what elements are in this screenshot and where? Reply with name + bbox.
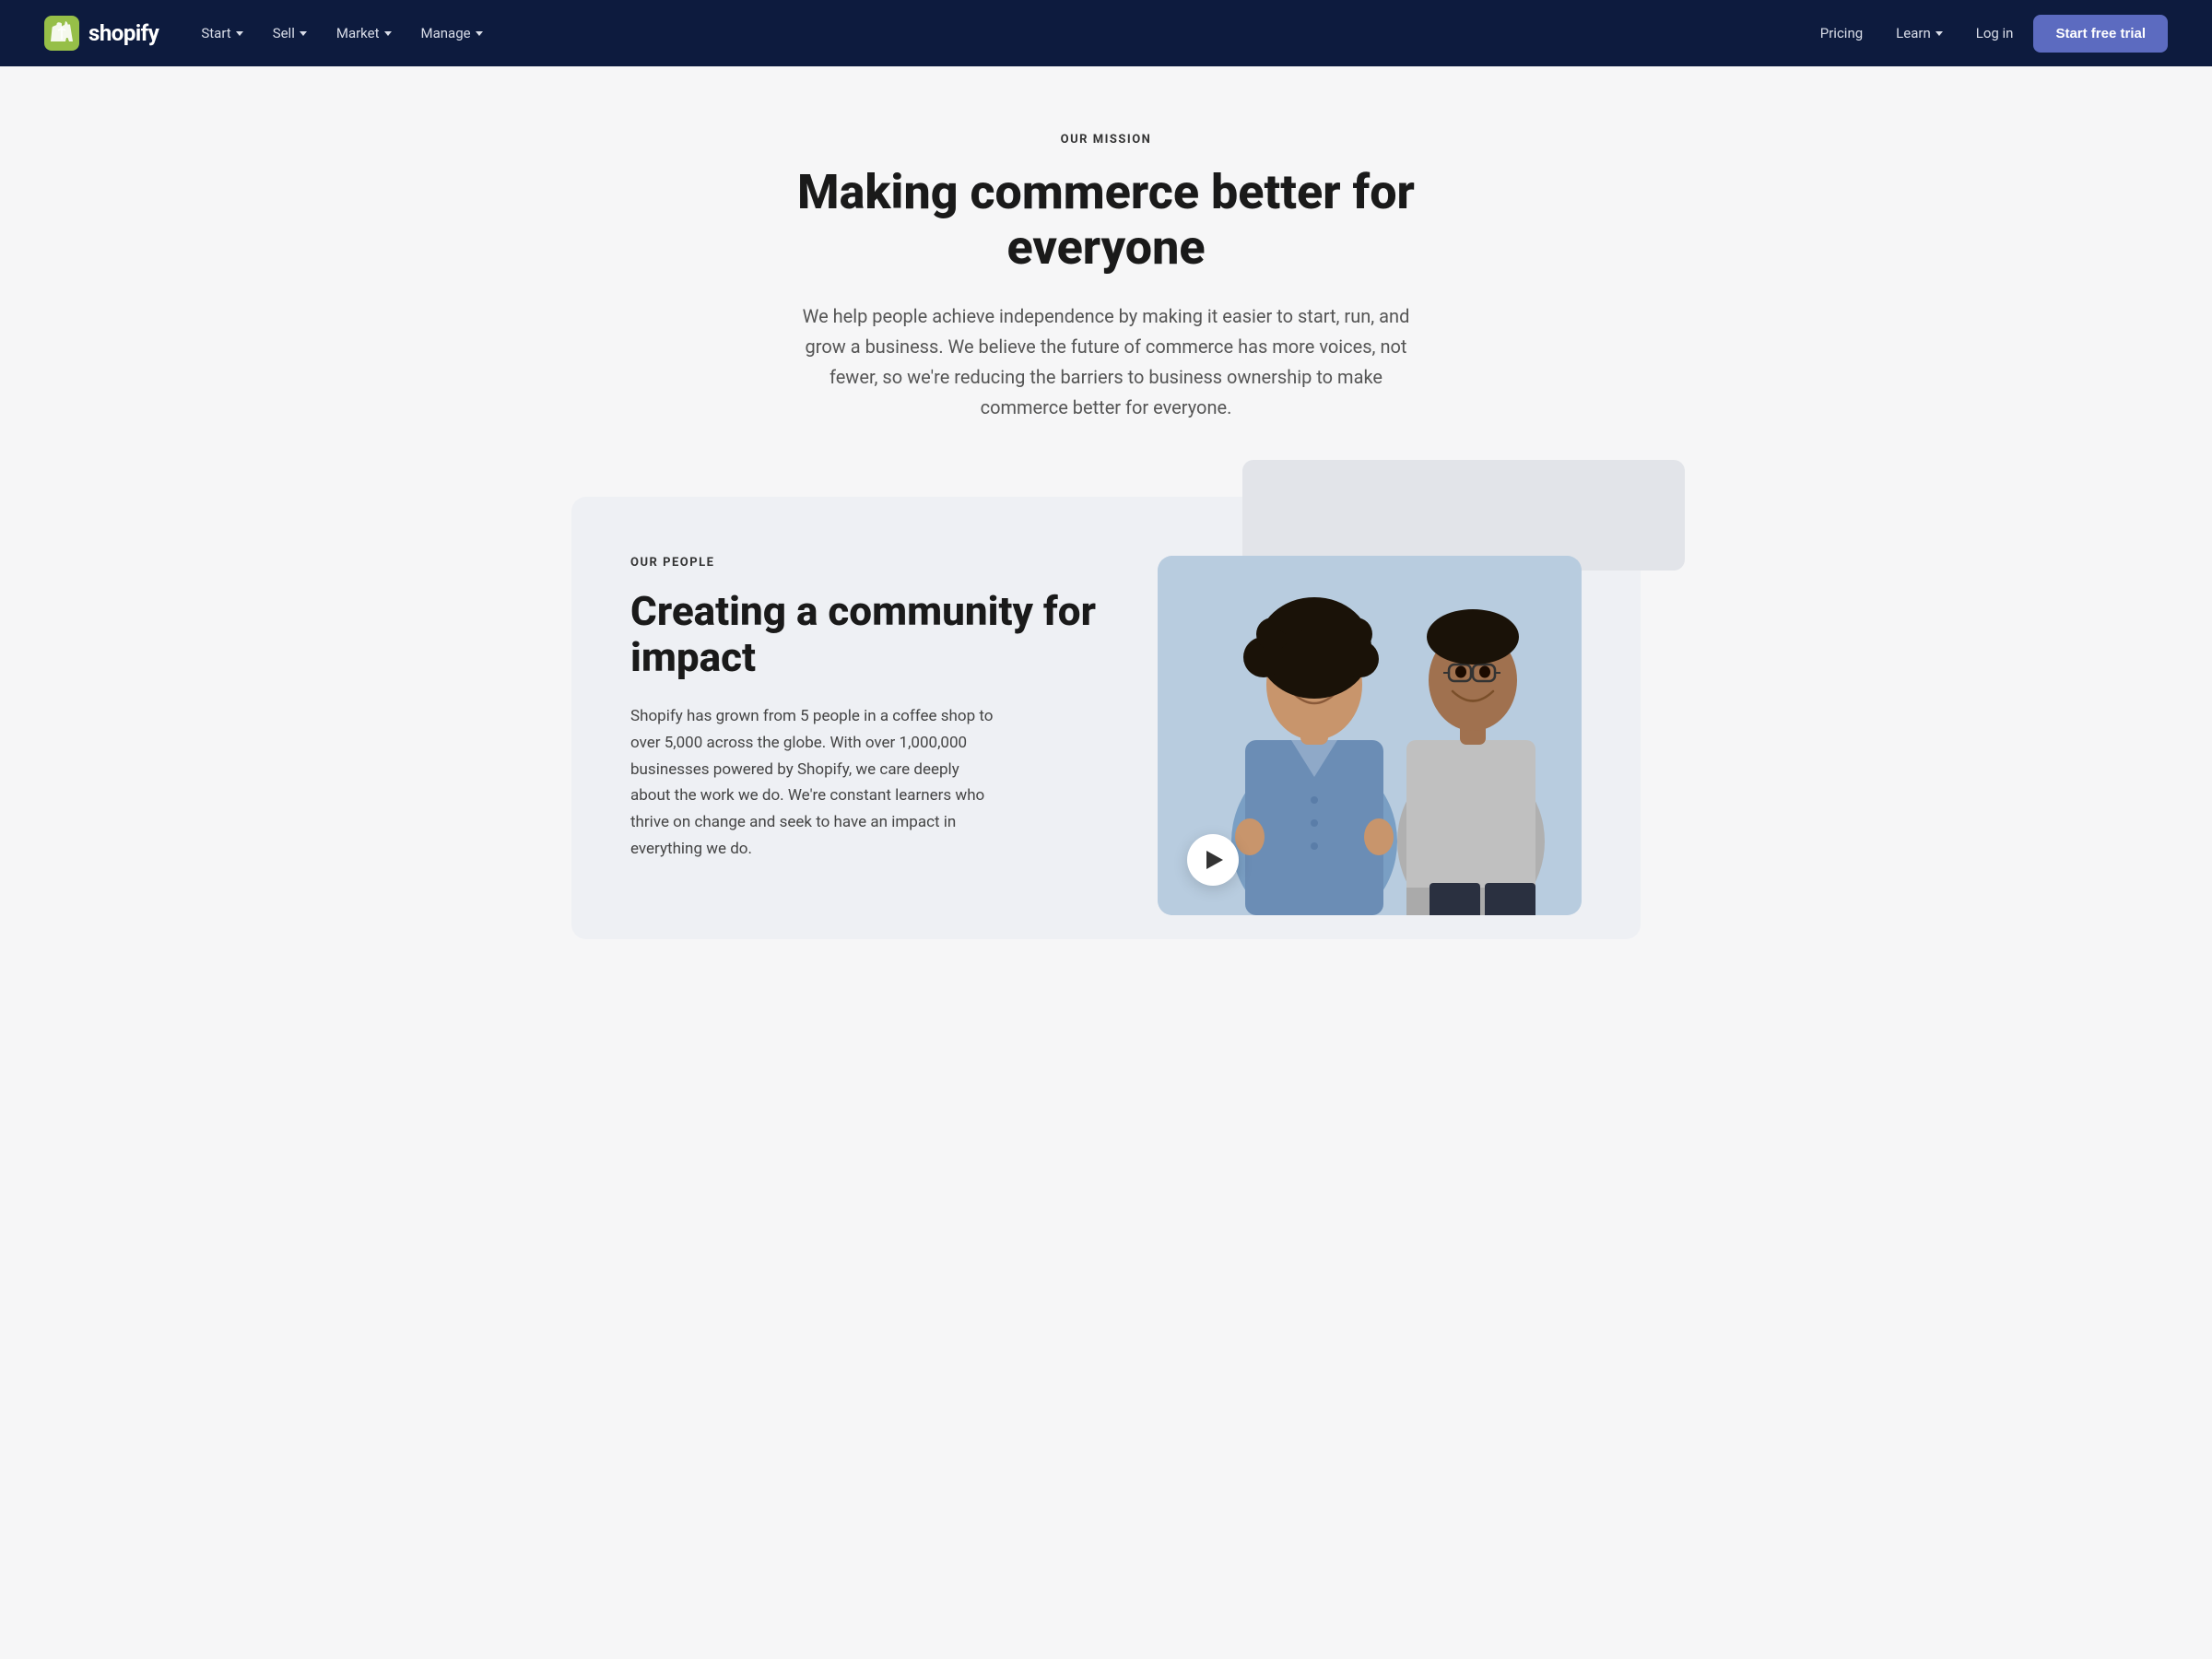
- people-image-wrapper: [1106, 556, 1582, 915]
- decorative-bg-box: [1242, 460, 1685, 571]
- nav-manage[interactable]: Manage: [408, 18, 496, 49]
- chevron-down-icon: [1936, 31, 1943, 36]
- people-content: OUR PEOPLE Creating a community for impa…: [630, 556, 1106, 923]
- nav-links-right: Pricing Learn Log in Start free trial: [1807, 15, 2168, 53]
- navbar: shopify Start Sell Market Manage Pricing…: [0, 0, 2212, 66]
- chevron-down-icon: [236, 31, 243, 36]
- hero-title: Making commerce better for everyone: [756, 165, 1456, 276]
- nav-pricing[interactable]: Pricing: [1807, 18, 1876, 49]
- chevron-down-icon: [476, 31, 483, 36]
- nav-learn[interactable]: Learn: [1883, 18, 1956, 49]
- nav-links-left: Start Sell Market Manage: [188, 18, 1806, 49]
- logo[interactable]: shopify: [44, 16, 159, 51]
- play-icon: [1206, 851, 1223, 869]
- nav-sell[interactable]: Sell: [260, 18, 320, 49]
- people-section-label: OUR PEOPLE: [630, 556, 1106, 570]
- logo-text: shopify: [88, 20, 159, 46]
- hero-section: OUR MISSION Making commerce better for e…: [0, 66, 2212, 497]
- people-description: Shopify has grown from 5 people in a cof…: [630, 703, 999, 863]
- nav-market[interactable]: Market: [324, 18, 405, 49]
- hero-description: We help people achieve independence by m…: [793, 301, 1419, 423]
- chevron-down-icon: [300, 31, 307, 36]
- people-title: Creating a community for impact: [630, 588, 1106, 681]
- nav-start[interactable]: Start: [188, 18, 255, 49]
- play-button[interactable]: [1187, 834, 1239, 886]
- nav-login[interactable]: Log in: [1963, 18, 2027, 49]
- hero-section-label: OUR MISSION: [44, 133, 2168, 147]
- shopify-logo-icon: [44, 16, 79, 51]
- chevron-down-icon: [384, 31, 392, 36]
- people-image: [1158, 556, 1582, 915]
- start-free-trial-button[interactable]: Start free trial: [2033, 15, 2168, 53]
- people-card: OUR PEOPLE Creating a community for impa…: [571, 497, 1641, 939]
- people-section-wrapper: OUR PEOPLE Creating a community for impa…: [0, 497, 2212, 1013]
